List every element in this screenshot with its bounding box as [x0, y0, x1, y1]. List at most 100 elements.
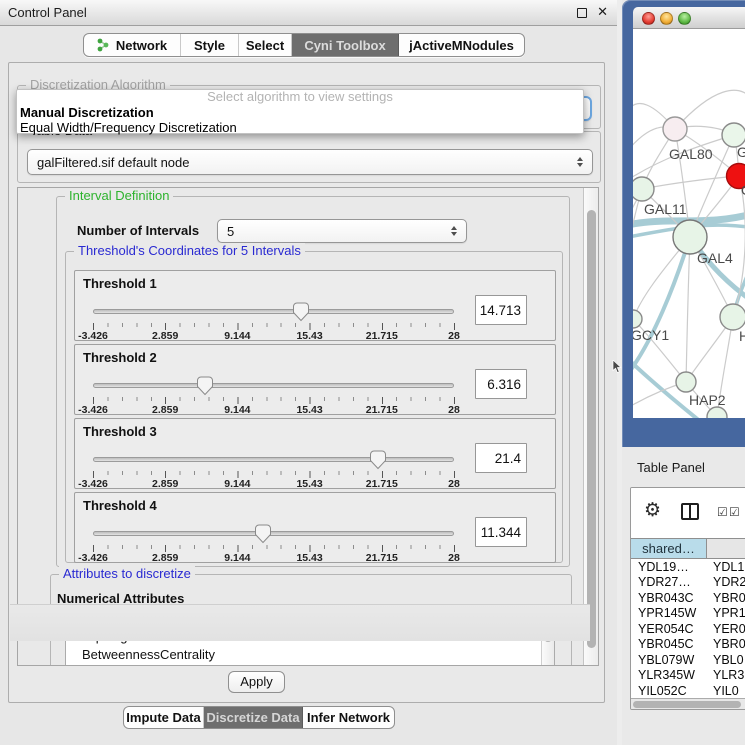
horizontal-scrollbar-thumb[interactable] — [633, 701, 741, 708]
apply-button[interactable]: Apply — [228, 671, 285, 693]
table-panel-section: Table Panel ⚙ ☑ ☑ shared… n YDL19…YDL1 Y… — [622, 447, 745, 745]
tab-discretize-data-label: Discretize Data — [206, 710, 299, 725]
combo-arrows-icon — [451, 226, 458, 236]
tab-cyni-toolbox[interactable]: Cyni Toolbox — [292, 34, 399, 56]
table-row[interactable]: YPR145WYPR1 — [631, 606, 745, 622]
tab-style[interactable]: Style — [181, 34, 239, 56]
network-canvas[interactable]: GAL80 GA C GAL11 GAL4 GCY1 H HAP2 — [633, 29, 745, 418]
tab-jactivemnodules[interactable]: jActiveMNodules — [399, 34, 524, 56]
tab-network-label: Network — [116, 38, 167, 53]
table-row[interactable]: YBL079WYBL0 — [631, 652, 745, 668]
slider-thumb[interactable] — [196, 376, 214, 396]
table-data-combobox[interactable]: galFiltered.sif default node — [27, 149, 593, 175]
top-tab-bar: Network Style Select Cyni Toolbox jActiv… — [83, 33, 525, 57]
zoom-traffic-light-icon[interactable] — [678, 12, 691, 25]
interval-definition-group: Interval Definition Number of Intervals … — [56, 196, 570, 567]
slider-ticks — [93, 471, 455, 478]
threshold-1-label: Threshold 1 — [83, 276, 157, 291]
table-row[interactable]: YDL19…YDL1 — [631, 559, 745, 575]
node-gal11[interactable] — [633, 177, 654, 201]
interval-definition-group-title: Interval Definition — [65, 188, 173, 203]
node-gal4[interactable] — [673, 220, 707, 254]
threshold-3-slider[interactable]: -3.426 2.859 9.144 15.43 21.715 28 — [93, 449, 454, 487]
number-of-intervals-combobox[interactable]: 5 — [217, 219, 467, 243]
thresholds-group-title: Threshold's Coordinates for 5 Intervals — [74, 243, 305, 258]
tab-network[interactable]: Network — [84, 34, 181, 56]
node-label-gal80: GAL80 — [669, 146, 713, 162]
float-window-icon[interactable] — [577, 8, 587, 18]
checkbox-icon[interactable]: ☑ — [717, 505, 728, 519]
close-icon[interactable]: ✕ — [597, 4, 608, 20]
threshold-2-label: Threshold 2 — [83, 350, 157, 365]
threshold-1-slider[interactable]: -3.426 2.859 9.144 15.43 21.715 28 — [93, 301, 454, 339]
settings-scroll-panel: Interval Definition Number of Intervals … — [17, 187, 599, 666]
threshold-2-value-input[interactable] — [475, 369, 527, 399]
slider-track[interactable] — [93, 383, 454, 388]
tab-select[interactable]: Select — [239, 34, 292, 56]
slider-track[interactable] — [93, 457, 454, 462]
thresholds-group: Threshold's Coordinates for 5 Intervals … — [65, 251, 563, 563]
edge — [686, 237, 690, 382]
slider-thumb[interactable] — [292, 302, 310, 322]
gear-icon[interactable]: ⚙ — [644, 501, 661, 521]
minimize-traffic-light-icon[interactable] — [660, 12, 673, 25]
column-header-shared[interactable]: shared… — [631, 539, 707, 558]
tab-discretize-data[interactable]: Discretize Data — [204, 707, 303, 728]
table-row[interactable]: YDR27…YDR2 — [631, 575, 745, 591]
slider-tick-labels: -3.426 2.859 9.144 15.43 21.715 28 — [93, 552, 454, 563]
combo-arrows-icon — [577, 157, 584, 167]
slider-ticks — [93, 323, 455, 330]
close-traffic-light-icon[interactable] — [642, 12, 655, 25]
network-icon — [97, 38, 110, 52]
slider-ticks — [93, 397, 455, 404]
popup-option-equal-width[interactable]: Equal Width/Frequency Discretization — [17, 120, 583, 135]
popup-placeholder-option[interactable]: Select algorithm to view settings — [17, 90, 583, 105]
popup-option-manual-discretization[interactable]: Manual Discretization — [17, 105, 583, 120]
threshold-4-value-input[interactable] — [475, 517, 527, 547]
threshold-4-label: Threshold 4 — [83, 498, 157, 513]
slider-ticks — [93, 545, 455, 552]
slider-tick-labels: -3.426 2.859 9.144 15.43 21.715 28 — [93, 478, 454, 489]
cyni-toolbox-panel: Discretization Algorithm Select algorith… — [8, 62, 605, 703]
slider-thumb[interactable] — [369, 450, 387, 470]
list-item[interactable]: BetweennessCentrality — [66, 646, 554, 664]
horizontal-scrollbar[interactable] — [631, 698, 745, 710]
threshold-1-value-input[interactable] — [475, 295, 527, 325]
node-right-mid[interactable] — [720, 304, 745, 330]
tab-infer-network[interactable]: Infer Network — [303, 707, 394, 728]
table-header-row: shared… n — [631, 538, 745, 559]
threshold-4-slider[interactable]: -3.426 2.859 9.144 15.43 21.715 28 — [93, 523, 454, 561]
slider-track[interactable] — [93, 309, 454, 314]
threshold-3-value-input[interactable] — [475, 443, 527, 473]
node-hap2[interactable] — [676, 372, 696, 392]
node-label-gal11: GAL11 — [644, 201, 687, 217]
table-row[interactable]: YLR345WYLR3 — [631, 668, 745, 684]
threshold-2-slider[interactable]: -3.426 2.859 9.144 15.43 21.715 28 — [93, 375, 454, 413]
columns-icon[interactable] — [681, 503, 699, 520]
column-header-name[interactable]: n — [707, 539, 745, 558]
table-rows: YDL19…YDL1 YDR27…YDR2 YBR043CYBR0 YPR145… — [631, 559, 745, 698]
node-label-partial-ga: GA — [737, 144, 745, 160]
network-view-window[interactable]: GAL80 GA C GAL11 GAL4 GCY1 H HAP2 — [622, 0, 745, 447]
tab-impute-data-label: Impute Data — [126, 710, 200, 725]
network-window-titlebar[interactable] — [633, 7, 745, 29]
table-toolbar: ⚙ ☑ ☑ — [631, 488, 745, 538]
edge — [642, 176, 739, 189]
table-row[interactable]: YER054CYER0 — [631, 621, 745, 637]
table-row[interactable]: YBR045CYBR0 — [631, 637, 745, 653]
tab-jactivemnodules-label: jActiveMNodules — [409, 38, 514, 53]
tab-impute-data[interactable]: Impute Data — [124, 707, 204, 728]
node-gcy1[interactable] — [633, 310, 642, 328]
slider-track[interactable] — [93, 531, 454, 536]
slider-thumb[interactable] — [254, 524, 272, 544]
node-gal80[interactable] — [663, 117, 687, 141]
settings-scrollbar-thumb[interactable] — [587, 210, 596, 648]
table-data-combobox-value: galFiltered.sif default node — [37, 155, 189, 170]
table-row[interactable]: YBR043CYBR0 — [631, 590, 745, 606]
network-graph: GAL80 GA C GAL11 GAL4 GCY1 H HAP2 — [633, 29, 745, 418]
table-row[interactable]: YIL052CYIL0 — [631, 683, 745, 698]
checkbox-icon[interactable]: ☑ — [729, 505, 740, 519]
settings-scrollbar[interactable] — [583, 188, 598, 665]
number-of-intervals-label: Number of Intervals — [77, 223, 199, 238]
slider-tick-labels: -3.426 2.859 9.144 15.43 21.715 28 — [93, 404, 454, 415]
